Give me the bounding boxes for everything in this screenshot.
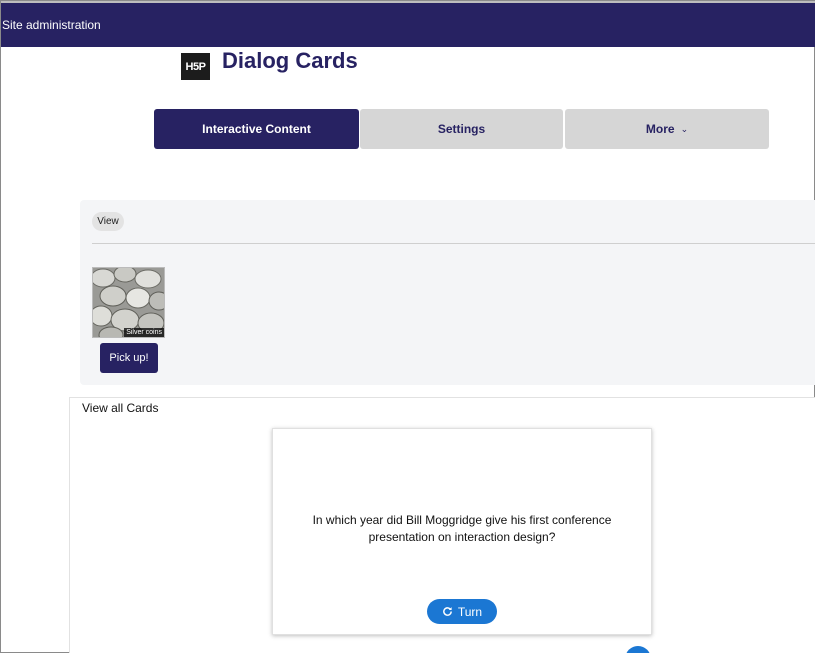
silver-coins-image: Silver coins	[92, 267, 165, 338]
site-administration-link[interactable]: Site administration	[2, 18, 101, 32]
turn-button[interactable]: Turn	[427, 599, 497, 624]
page-title: Dialog Cards	[222, 48, 358, 73]
refresh-icon	[443, 607, 452, 616]
image-caption: Silver coins	[124, 328, 164, 337]
tab-label: Settings	[437, 122, 486, 136]
h5p-logo: H5P	[181, 53, 210, 80]
pick-up-button[interactable]: Pick up!	[100, 343, 158, 373]
tab-label: Interactive Content	[202, 122, 311, 136]
divider	[92, 243, 815, 244]
tab-more[interactable]: More ⌄	[565, 109, 769, 149]
chevron-down-icon: ⌄	[680, 123, 689, 134]
turn-label: Turn	[457, 604, 483, 619]
card-question-text: In which year did Bill Moggridge give hi…	[312, 513, 612, 544]
top-navigation-bar: Site administration	[1, 1, 815, 47]
tab-settings[interactable]: Settings	[360, 109, 563, 149]
view-all-cards-heading: View all Cards	[82, 401, 159, 415]
view-chip[interactable]: View	[92, 212, 124, 231]
tab-interactive-content[interactable]: Interactive Content	[154, 109, 359, 149]
content-panel	[80, 200, 815, 385]
tab-label: More	[645, 122, 675, 136]
